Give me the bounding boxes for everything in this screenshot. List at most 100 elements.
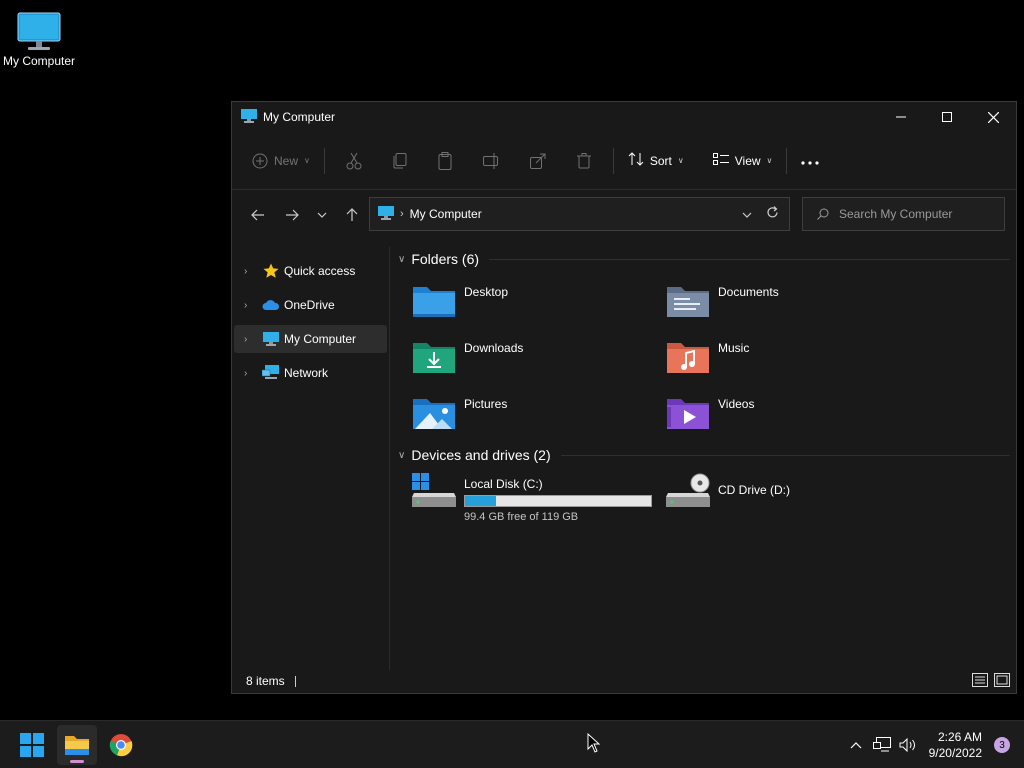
close-button[interactable] [970, 102, 1016, 132]
folder-tile-pictures[interactable]: Pictures [412, 395, 507, 431]
chevron-up-icon [850, 741, 862, 748]
arrow-up-icon [346, 208, 358, 221]
divider [560, 454, 1010, 456]
show-hidden-icons-button[interactable] [843, 733, 869, 757]
drive-name: Local Disk (C:) [464, 477, 543, 491]
refresh-button[interactable] [766, 206, 779, 222]
search-input[interactable]: Search My Computer [802, 197, 1005, 231]
drive-tile-cd-drive[interactable]: CD Drive (D:) [666, 473, 790, 509]
status-divider [294, 675, 296, 687]
chevron-right-icon[interactable]: › [244, 334, 256, 345]
clock-date: 9/20/2022 [928, 746, 982, 760]
file-explorer-window: My Computer New ∨ Sort ∨ View ∨ › My Com… [231, 101, 1017, 694]
breadcrumb[interactable]: My Computer [410, 207, 482, 221]
desktop-icon-my-computer[interactable]: My Computer [0, 8, 78, 68]
new-label: New [274, 153, 299, 168]
desktop-folder-icon [412, 283, 456, 319]
view-button[interactable]: View ∨ [705, 145, 781, 177]
chevron-right-icon[interactable]: › [244, 300, 256, 311]
notification-badge[interactable]: 3 [994, 737, 1010, 753]
chevron-right-icon[interactable]: › [244, 266, 256, 277]
item-count: 8 items [246, 674, 285, 688]
back-button[interactable] [242, 199, 274, 231]
view-icon [712, 153, 729, 168]
folder-tile-music[interactable]: Music [666, 339, 749, 375]
paste-icon[interactable] [430, 145, 462, 177]
address-history-button[interactable] [742, 207, 752, 221]
sidebar-item-label: OneDrive [284, 298, 335, 312]
group-header-label: Folders (6) [411, 251, 480, 267]
up-button[interactable] [336, 199, 368, 231]
clock-button[interactable]: 2:26 AM 9/20/2022 [929, 729, 982, 761]
chevron-down-icon: ∨ [766, 156, 773, 165]
folder-name: Downloads [464, 341, 524, 355]
folder-name: Desktop [464, 285, 509, 299]
sidebar-item-label: Network [284, 366, 329, 380]
network-status-button[interactable] [869, 733, 895, 757]
sidebar-item-my-computer[interactable]: › My Computer [234, 325, 387, 353]
folder-name: Videos [718, 397, 755, 411]
view-label: View [734, 153, 761, 168]
drive-tile-local-disk[interactable]: Local Disk (C:) 99.4 GB free of 119 GB [412, 473, 652, 523]
drives-group-header[interactable]: ∨ Devices and drives (2) [398, 447, 1010, 463]
rename-icon[interactable] [476, 145, 508, 177]
network-icon [262, 365, 280, 381]
sidebar-item-onedrive[interactable]: › OneDrive [234, 291, 387, 319]
system-tray: 2:26 AM 9/20/2022 3 [843, 721, 1024, 768]
active-indicator [70, 760, 84, 763]
delete-icon[interactable] [568, 145, 600, 177]
chevron-down-icon[interactable]: ∨ [398, 450, 405, 461]
taskbar-chrome[interactable] [101, 725, 141, 765]
cut-icon[interactable] [338, 145, 370, 177]
status-bar: 8 items [232, 669, 1016, 693]
maximize-button[interactable] [924, 102, 970, 132]
sidebar-item-label: Quick access [284, 264, 356, 278]
folder-tile-videos[interactable]: Videos [666, 395, 754, 431]
more-options-button[interactable] [793, 145, 827, 177]
share-icon[interactable] [522, 145, 554, 177]
folder-tile-downloads[interactable]: Downloads [412, 339, 523, 375]
title-bar[interactable]: My Computer [232, 102, 1016, 132]
chevron-right-icon[interactable]: › [400, 208, 404, 220]
address-bar[interactable]: › My Computer [369, 197, 790, 231]
separator [612, 147, 614, 174]
chevron-down-icon[interactable]: ∨ [398, 254, 405, 265]
recent-locations-button[interactable] [308, 199, 336, 231]
sidebar-item-network[interactable]: › Network [234, 359, 387, 387]
chevron-right-icon[interactable]: › [244, 368, 256, 379]
taskbar-file-explorer[interactable] [57, 725, 97, 765]
separator [323, 147, 325, 174]
cloud-icon [262, 297, 280, 313]
folders-group-header[interactable]: ∨ Folders (6) [398, 251, 1010, 267]
arrow-left-icon [251, 209, 264, 221]
monitor-icon [262, 331, 280, 347]
chevron-down-icon: ∨ [304, 156, 310, 165]
drive-free-space: 99.4 GB free of 119 GB [464, 511, 579, 523]
forward-button[interactable] [276, 199, 308, 231]
folder-name: Documents [718, 285, 779, 299]
downloads-folder-icon [412, 339, 456, 375]
folder-tile-desktop[interactable]: Desktop [412, 283, 508, 319]
minimize-button[interactable] [878, 102, 924, 132]
tiles-view-button[interactable] [994, 672, 1010, 690]
music-folder-icon [666, 339, 710, 375]
monitor-icon [17, 12, 61, 52]
chevron-down-icon [742, 212, 752, 218]
tiles-view-icon [994, 672, 1010, 687]
sidebar-item-quick-access[interactable]: › Quick access [234, 257, 387, 285]
chevron-down-icon: ∨ [677, 156, 684, 165]
separator [786, 147, 788, 174]
folder-tile-documents[interactable]: Documents [666, 283, 779, 319]
star-icon [262, 263, 280, 279]
sort-button[interactable]: Sort ∨ [620, 145, 692, 177]
search-placeholder: Search My Computer [839, 207, 953, 221]
content-pane: ∨ Folders (6) Desktop Documents Download… [392, 247, 1016, 670]
new-button[interactable]: New ∨ [244, 145, 318, 177]
taskbar: 2:26 AM 9/20/2022 3 [0, 720, 1024, 768]
start-button[interactable] [12, 725, 52, 765]
hard-drive-icon [412, 473, 456, 509]
group-header-label: Devices and drives (2) [411, 447, 551, 463]
volume-button[interactable] [895, 733, 921, 757]
details-view-button[interactable] [972, 672, 988, 690]
copy-icon[interactable] [384, 145, 416, 177]
